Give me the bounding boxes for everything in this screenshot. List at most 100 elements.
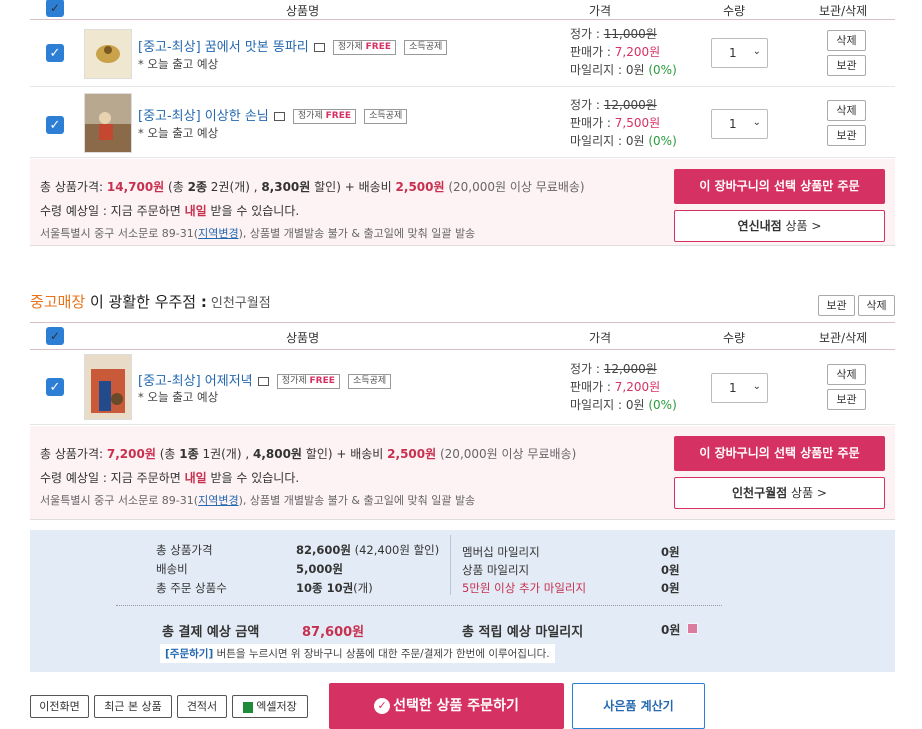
s-kinds: 2종 — [187, 180, 207, 194]
col-action: 보관/삭제 — [819, 4, 868, 18]
prev-page-button[interactable]: 이전화면 — [30, 695, 89, 718]
quote-button[interactable]: 견적서 — [177, 695, 227, 718]
sale-price-label: 판매가 : — [570, 116, 615, 130]
list-price-label: 정가 : — [570, 362, 604, 376]
quantity-select[interactable]: 1 ⌄ — [711, 109, 768, 139]
tag-prefix: 정가제 — [281, 376, 307, 386]
keep-button[interactable]: 보관 — [827, 125, 866, 146]
chevron-down-icon: ⌄ — [752, 117, 761, 128]
tag-free: FREE — [325, 111, 351, 121]
item-checkbox[interactable]: ✓ — [46, 116, 64, 134]
order-selected-in-cart-button[interactable]: 이 장바구니의 선택 상품만 주문 — [674, 436, 885, 471]
col-price: 가격 — [589, 331, 612, 345]
excel-label: 엑셀저장 — [256, 700, 297, 713]
chevron-down-icon: ⌄ — [752, 381, 761, 392]
new-window-icon[interactable] — [273, 112, 285, 121]
recv1: 수령 예상일 : 지금 주문하면 — [40, 471, 185, 485]
addr2: ), 상품별 개별발송 불가 & 출고일에 맞춰 일괄 발송 — [238, 227, 476, 240]
quantity-select[interactable]: 1 ⌄ — [711, 373, 768, 403]
keep-button[interactable]: 보관 — [827, 389, 866, 410]
v3: 10종 10권 — [296, 581, 354, 595]
s-disc: 4,800원 — [252, 447, 302, 461]
help-icon[interactable] — [687, 623, 698, 634]
keep-all-button[interactable]: 보관 — [818, 295, 855, 316]
gift-calculator-button[interactable]: 사은품 계산기 — [572, 683, 705, 729]
item-title[interactable]: [중고-최상] 이상한 손님 정가제 FREE 소득공제 — [138, 105, 408, 124]
mileage-pct: (0%) — [648, 63, 677, 77]
select-all-checkbox-2[interactable]: ✓ — [46, 327, 64, 345]
list-price-label: 정가 : — [570, 98, 604, 112]
store-mid: 이 광활한 우주점 — [85, 293, 201, 311]
item-title-text[interactable]: [중고-최상] 어제저녁 — [138, 374, 253, 389]
addr1: 서울특별시 중구 서소문로 89-31( — [40, 227, 199, 240]
recv2: 받을 수 있습니다. — [206, 471, 300, 485]
chevron-down-icon: ⌄ — [752, 46, 761, 57]
excel-icon — [243, 701, 254, 713]
item-checkbox[interactable]: ✓ — [46, 378, 64, 396]
order-total-panel: 총 상품가격 82,600원 (42,400원 할인) 배송비 5,000원 총… — [30, 530, 895, 672]
change-region-link[interactable]: 지역변경 — [198, 494, 238, 507]
receive-date: 수령 예상일 : 지금 주문하면 내일 받을 수 있습니다. — [40, 202, 299, 219]
store-products-button[interactable]: 연신내점 상품 > — [674, 210, 885, 242]
delivery-address: 서울특별시 중구 서소문로 89-31(지역변경), 상품별 개별발송 불가 &… — [40, 492, 475, 508]
item-title-text[interactable]: [중고-최상] 꿈에서 맛본 똥파리 — [138, 40, 309, 55]
recv-day: 내일 — [184, 204, 207, 218]
mileage-label: 마일리지 : — [570, 63, 626, 77]
s-ship: 2,500원 — [387, 447, 437, 461]
new-window-icon[interactable] — [313, 43, 325, 52]
store-colon: : — [200, 293, 207, 311]
store-name: 연신내점 — [737, 219, 782, 233]
sale-price: 7,500원 — [614, 116, 661, 130]
excel-save-button[interactable]: 엑셀저장 — [232, 695, 308, 718]
price-block: 정가 : 12,000원 판매가 : 7,500원 마일리지 : 0원 (0%) — [570, 96, 677, 150]
select-all-checkbox-1[interactable]: ✓ — [46, 0, 64, 17]
fixed-price-tag: 정가제 FREE — [276, 374, 340, 389]
s-a: 총 상품가격: — [40, 180, 107, 194]
recv-day: 내일 — [184, 471, 207, 485]
product-mileage-label: 상품 마일리지 — [462, 563, 530, 577]
item-checkbox[interactable]: ✓ — [46, 44, 64, 62]
price-block: 정가 : 11,000원 판매가 : 7,200원 마일리지 : 0원 (0%) — [570, 25, 677, 79]
store-products-button[interactable]: 인천구월점 상품 > — [674, 477, 885, 509]
list-price: 11,000원 — [603, 27, 657, 41]
delete-button[interactable]: 삭제 — [827, 364, 866, 385]
s-b: (총 — [164, 180, 188, 194]
mileage-value: 0원 — [625, 398, 645, 412]
delete-button[interactable]: 삭제 — [827, 100, 866, 121]
book-cover-image[interactable] — [84, 354, 132, 420]
tax-deduction-tag: 소득공제 — [404, 40, 448, 55]
delivery-address: 서울특별시 중구 서소문로 89-31(지역변경), 상품별 개별발송 불가 &… — [40, 225, 475, 241]
col-product: 상품명 — [286, 4, 320, 18]
tag-prefix: 정가제 — [297, 111, 323, 121]
change-region-link[interactable]: 지역변경 — [198, 227, 238, 240]
book-cover-art — [85, 94, 131, 152]
recv2: 받을 수 있습니다. — [206, 204, 300, 218]
item-title[interactable]: [중고-최상] 꿈에서 맛본 똥파리 정가제 FREE 소득공제 — [138, 36, 448, 55]
s-disc: 8,300원 — [261, 180, 311, 194]
book-cover-image[interactable] — [84, 93, 132, 153]
col-product: 상품명 — [286, 331, 320, 345]
dotted-divider — [116, 605, 722, 606]
store-suffix: 상품 > — [787, 486, 827, 500]
sale-price: 7,200원 — [614, 380, 661, 394]
book-cover-art — [85, 355, 131, 419]
new-window-icon[interactable] — [257, 377, 269, 386]
v1b: (42,400원 할인) — [350, 543, 440, 557]
delete-button[interactable]: 삭제 — [827, 30, 866, 51]
item-title-text[interactable]: [중고-최상] 이상한 손님 — [138, 109, 269, 124]
quantity-select[interactable]: 1 ⌄ — [711, 38, 768, 68]
col-qty: 수량 — [723, 331, 746, 345]
order-selected-button[interactable]: ✓ 선택한 상품 주문하기 — [329, 683, 564, 729]
delete-all-button[interactable]: 삭제 — [858, 295, 895, 316]
note-link: [주문하기] — [165, 648, 214, 660]
recent-products-button[interactable]: 최근 본 상품 — [94, 695, 172, 718]
item-title[interactable]: [중고-최상] 어제저녁 정가제 FREE 소득공제 — [138, 370, 392, 389]
keep-button[interactable]: 보관 — [827, 55, 866, 76]
fixed-price-tag: 정가제 FREE — [292, 109, 356, 124]
tax-deduction-tag: 소득공제 — [348, 374, 392, 389]
s-total: 7,200원 — [106, 447, 156, 461]
tag-prefix: 정가제 — [337, 42, 363, 52]
book-cover-image[interactable] — [84, 29, 132, 79]
cart-item-row: ✓ [중고-최상] 어제저녁 정가제 FREE 소득공제 * 오늘 출고 예상 … — [30, 351, 895, 425]
order-selected-in-cart-button[interactable]: 이 장바구니의 선택 상품만 주문 — [674, 169, 885, 204]
